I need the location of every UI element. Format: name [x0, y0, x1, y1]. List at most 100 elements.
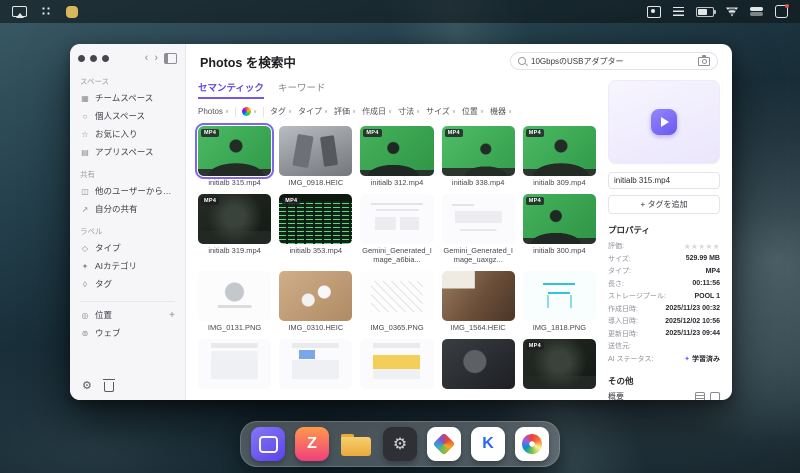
add-tag-button[interactable]: + タグを追加 [608, 195, 720, 214]
grid-item[interactable]: MP4 initialb 312.mp4 [360, 126, 434, 187]
filter-color[interactable]: ∨ [241, 107, 257, 116]
rating-stars[interactable]: ★★★★★ [684, 242, 720, 251]
chevron-down-icon: ∨ [224, 108, 229, 115]
file-name: Gemini_Generated_Image_a6bia... [362, 246, 432, 264]
list-icon[interactable] [673, 7, 684, 16]
dock-k-app[interactable]: K [471, 427, 505, 461]
thumbnail-phone-shot [198, 339, 272, 389]
forward-button[interactable]: › [154, 53, 158, 64]
thumbnail-phone-shot-yellow [360, 339, 434, 389]
filter-device[interactable]: 機器 ∨ [490, 106, 512, 117]
file-name: initialb 312.mp4 [370, 178, 424, 187]
grid-item[interactable] [198, 339, 272, 391]
grid-item[interactable]: IMG_1818.PNG [522, 271, 596, 332]
sidebar-item-favorites[interactable]: ☆ お気に入り [74, 125, 181, 143]
grid-item[interactable]: IMG_1564.HEIC [441, 271, 515, 332]
grid-item[interactable]: MP4 [522, 339, 596, 391]
dock-office-suite[interactable] [427, 427, 461, 461]
back-button[interactable]: ‹ [145, 53, 149, 64]
zoom-button[interactable] [102, 55, 109, 62]
sidebar-item-shared-from-others[interactable]: ◫ 他のユーザーから共有 [74, 182, 181, 200]
thumbnail-earbuds-wood [279, 271, 353, 321]
sidebar-item-team-space[interactable]: ▦ チームスペース [74, 89, 181, 107]
thumbnail-sketch-white [360, 271, 434, 321]
grid-item[interactable]: Gemini_Generated_Image_uaxgz... [441, 194, 515, 264]
filter-size[interactable]: サイズ ∨ [426, 106, 456, 117]
sidebar-toggle-icon[interactable] [164, 53, 177, 64]
dock-files[interactable] [339, 427, 373, 461]
grid-item[interactable]: Gemini_Generated_Image_a6bia... [360, 194, 434, 264]
battery-icon[interactable] [696, 6, 716, 17]
play-icon[interactable] [651, 109, 677, 135]
grid-item[interactable] [441, 339, 515, 391]
summary-list-icon[interactable] [695, 391, 705, 400]
grid-item[interactable]: IMG_0365.PNG [360, 271, 434, 332]
screen-mirroring-icon[interactable] [12, 6, 27, 17]
sidebar-item-type-label[interactable]: ◇ タイプ [74, 239, 181, 257]
filter-location[interactable]: 位置 ∨ [462, 106, 484, 117]
tab-keyword[interactable]: キーワード [278, 80, 326, 99]
wifi-icon[interactable] [726, 7, 738, 17]
sidebar-item-tags[interactable]: ◊ タグ [74, 275, 181, 293]
grid-item[interactable]: MP4 initialb 319.mp4 [198, 194, 272, 264]
filter-photos[interactable]: Photos ∨ [198, 107, 229, 116]
type-label-icon: ◇ [81, 243, 89, 253]
search-mode-tabs: セマンティック キーワード [198, 80, 596, 99]
video-preview[interactable] [608, 80, 720, 164]
sidebar-item-personal-space[interactable]: ○ 個人スペース [74, 107, 181, 125]
video-format-badge: MP4 [525, 197, 545, 205]
sidebar-item-my-shares[interactable]: ↗ 自分の共有 [74, 200, 181, 218]
favorites-icon: ☆ [81, 129, 89, 139]
grid-item[interactable]: IMG_0310.HEIC [279, 271, 353, 332]
file-name: initialb 315.mp4 [208, 178, 261, 187]
grid-item[interactable]: MP4 initialb 300.mp4 [522, 194, 596, 264]
grid-item[interactable]: IMG_0131.PNG [198, 271, 272, 332]
dock-nas-manager[interactable] [251, 427, 285, 461]
dock-z-app[interactable]: Z [295, 427, 329, 461]
settings-gear-icon[interactable]: ⚙ [82, 381, 92, 392]
filter-tag[interactable]: タグ ∨ [270, 106, 292, 117]
grid-item[interactable] [279, 339, 353, 391]
personal-space-icon: ○ [82, 111, 88, 121]
summary-expand-icon[interactable] [710, 391, 720, 400]
property-row: 長さ: 00:11:56 [608, 280, 720, 288]
control-center-icon[interactable] [750, 7, 763, 16]
file-name: IMG_0365.PNG [370, 323, 424, 332]
chevron-down-icon: ∨ [252, 108, 257, 115]
trash-icon[interactable] [102, 378, 115, 392]
dock-photos[interactable] [515, 427, 549, 461]
file-name: IMG_1818.PNG [532, 323, 587, 332]
close-button[interactable] [78, 55, 85, 62]
summary-label: 概要 [608, 392, 624, 400]
grid-item[interactable]: IMG_0918.HEIC [279, 126, 353, 187]
grid-item[interactable]: MP4 initialb 315.mp4 [194, 122, 275, 187]
notification-icon[interactable] [775, 4, 789, 18]
app-blob-icon[interactable] [66, 5, 78, 18]
image-search-camera-icon[interactable] [698, 55, 710, 66]
sidebar-item-app-space[interactable]: ▤ アプリスペース [74, 143, 181, 161]
dock-settings[interactable]: ⚙ [383, 427, 417, 461]
grid-item[interactable] [360, 339, 434, 391]
filename-field[interactable]: initialb 315.mp4 [608, 172, 720, 189]
filter-type[interactable]: タイプ ∨ [298, 106, 328, 117]
grid-item[interactable]: MP4 initialb 353.mp4 [279, 194, 353, 264]
thumbnail-dark-scene: MP4 [522, 339, 596, 389]
property-row: サイズ: 529.99 MB [608, 255, 720, 263]
sidebar-item-web[interactable]: ⊚ ウェブ [74, 324, 181, 342]
minimize-button[interactable] [90, 55, 97, 62]
sidebar-item-location[interactable]: ◎ 位置 + [74, 306, 181, 324]
grid-item[interactable]: MP4 initialb 309.mp4 [522, 126, 596, 187]
grid-item[interactable]: MP4 initialb 338.mp4 [441, 126, 515, 187]
dots-grid-icon[interactable] [41, 6, 52, 17]
capture-icon[interactable] [647, 5, 661, 18]
chevron-down-icon: ∨ [388, 108, 393, 115]
thumbnail-product-white [198, 271, 272, 321]
content-row: セマンティック キーワード Photos ∨ ∨ タグ ∨ タイプ ∨ 評価 ∨ 作成日 ∨ 寸法 ∨ サイ… [186, 78, 732, 400]
filter-dimensions[interactable]: 寸法 ∨ [398, 106, 420, 117]
tab-semantic[interactable]: セマンティック [198, 80, 264, 99]
add-location-button[interactable]: + [169, 310, 175, 321]
search-input[interactable]: 10GbpsのUSBアダプター [510, 52, 718, 70]
filter-rating[interactable]: 評価 ∨ [334, 106, 356, 117]
filter-created[interactable]: 作成日 ∨ [362, 106, 392, 117]
sidebar-item-ai-category[interactable]: ✦ AIカテゴリ [74, 257, 181, 275]
